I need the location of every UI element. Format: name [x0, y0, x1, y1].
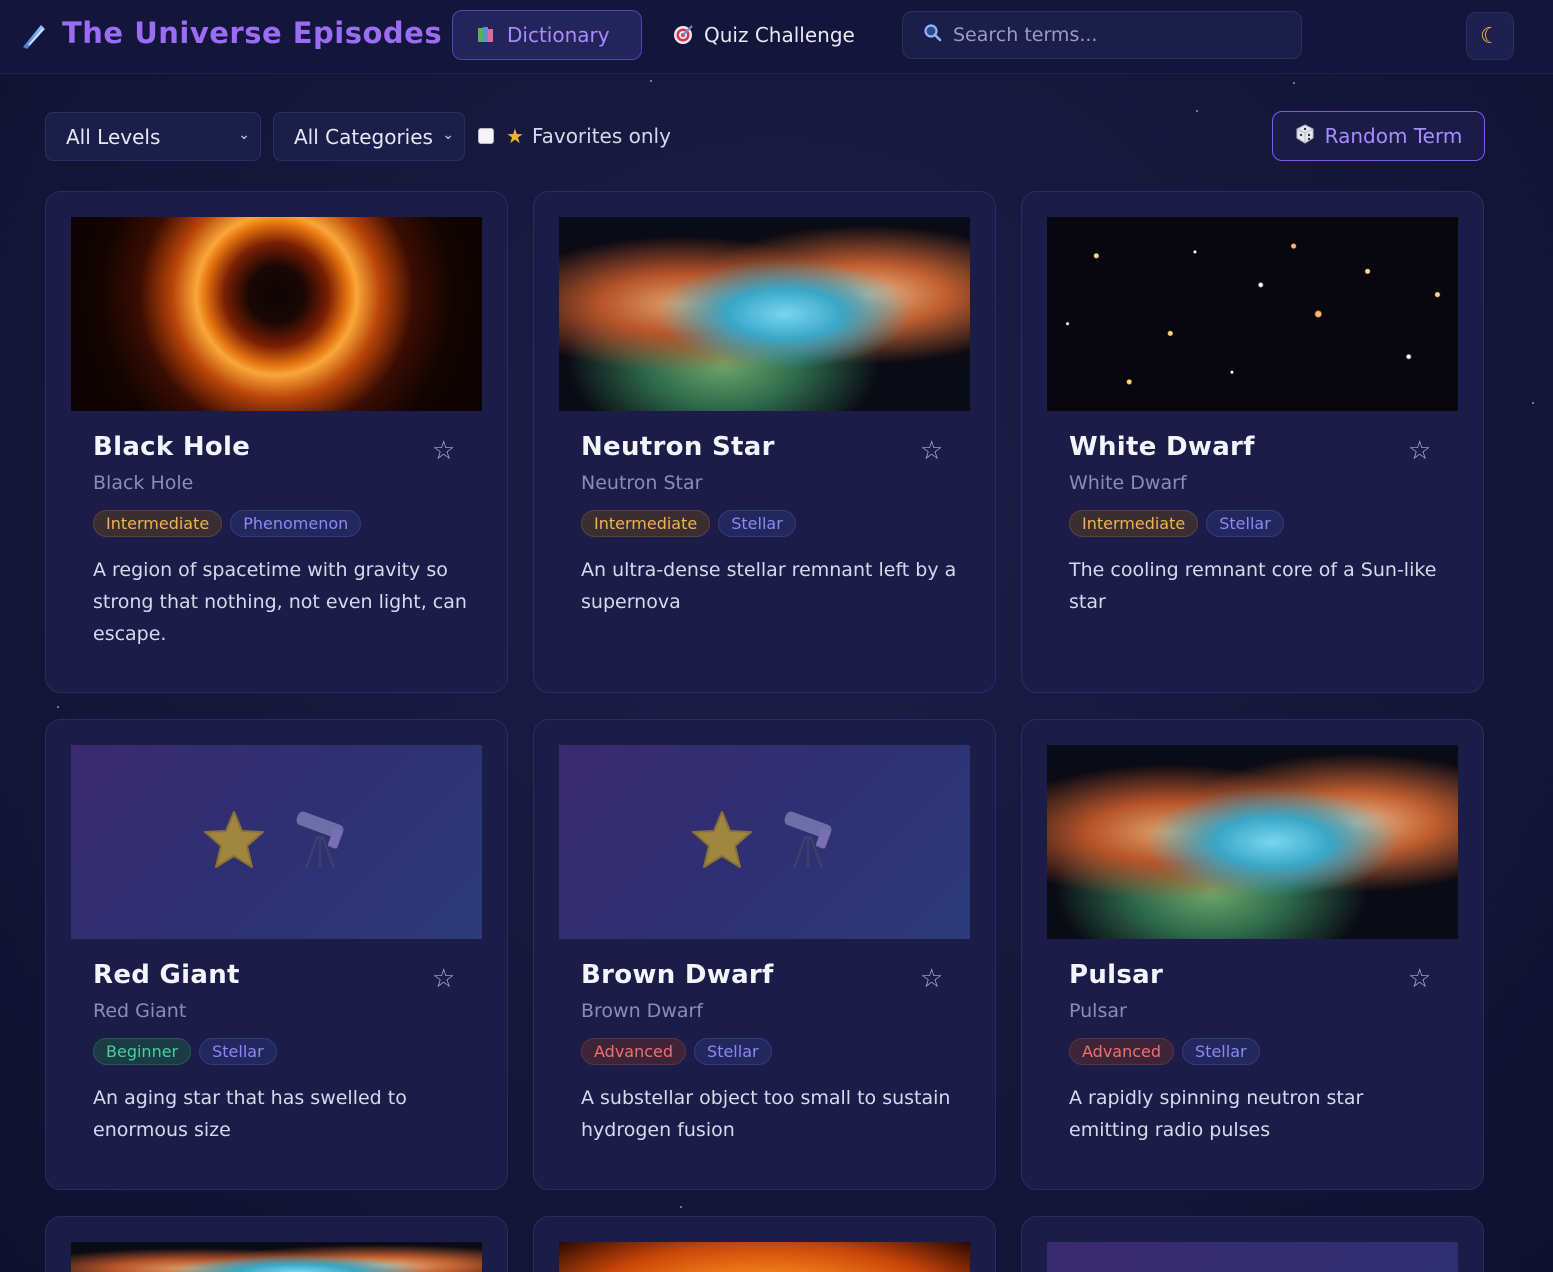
level-badge: Advanced [1069, 1038, 1175, 1065]
level-filter-value: All Levels [66, 124, 161, 149]
books-icon [475, 25, 497, 45]
category-badge: Stellar [694, 1038, 772, 1065]
card-image-placeholder [559, 745, 970, 939]
card-title: Red Giant [93, 960, 240, 990]
app-title[interactable]: The Universe Episodes [62, 16, 442, 50]
term-card[interactable] [533, 1216, 996, 1272]
favorite-star-icon[interactable]: ☆ [1408, 436, 1431, 466]
level-filter-select[interactable]: All Levels ⌄ [45, 112, 261, 161]
target-icon [672, 24, 694, 46]
favorites-only-checkbox[interactable] [478, 128, 494, 144]
card-image-placeholder [71, 745, 482, 939]
category-badge: Stellar [1206, 510, 1284, 537]
card-description: A region of spacetime with gravity so st… [93, 559, 467, 645]
card-title: Brown Dwarf [581, 960, 774, 990]
random-term-button[interactable]: Random Term [1272, 111, 1485, 161]
card-subtitle: White Dwarf [1069, 472, 1187, 494]
card-description: An ultra-dense stellar remnant left by a… [581, 559, 957, 613]
term-card[interactable]: Red Giant ☆ Red Giant Beginner Stellar A… [45, 719, 508, 1190]
level-badge: Intermediate [93, 510, 223, 537]
card-subtitle: Neutron Star [581, 472, 703, 494]
card-title: Neutron Star [581, 432, 775, 462]
level-badge: Advanced [581, 1038, 687, 1065]
favorite-star-icon[interactable]: ☆ [920, 964, 943, 994]
card-title: Black Hole [93, 432, 251, 462]
term-card[interactable]: White Dwarf ☆ White Dwarf Intermediate S… [1021, 191, 1484, 693]
moon-icon: ☾ [1480, 23, 1500, 49]
random-term-label: Random Term [1324, 124, 1463, 148]
search-icon [923, 23, 943, 47]
card-description: A rapidly spinning neutron star emitting… [1069, 1087, 1364, 1141]
favorite-star-icon[interactable]: ☆ [432, 964, 455, 994]
card-image [71, 1242, 482, 1272]
theme-toggle-button[interactable]: ☾ [1466, 12, 1514, 60]
card-image-placeholder [1047, 1242, 1458, 1272]
category-badge: Phenomenon [230, 510, 362, 537]
chevron-down-icon: ⌄ [442, 127, 454, 143]
card-description: An aging star that has swelled to enormo… [93, 1087, 407, 1141]
term-card[interactable]: Brown Dwarf ☆ Brown Dwarf Advanced Stell… [533, 719, 996, 1190]
term-card[interactable] [45, 1216, 508, 1272]
star-icon [202, 809, 266, 875]
search-bar[interactable] [902, 11, 1302, 59]
card-subtitle: Pulsar [1069, 1000, 1127, 1022]
card-image [559, 1242, 970, 1272]
level-badge: Intermediate [1069, 510, 1199, 537]
term-card[interactable]: Black Hole ☆ Black Hole Intermediate Phe… [45, 191, 508, 693]
comet-icon [18, 20, 50, 52]
card-image [1047, 217, 1458, 411]
favorites-only-label[interactable]: ★ Favorites only [506, 124, 671, 148]
telescope-icon [776, 808, 840, 876]
card-subtitle: Brown Dwarf [581, 1000, 703, 1022]
favorites-only-text: Favorites only [531, 124, 671, 148]
favorite-star-icon[interactable]: ☆ [920, 436, 943, 466]
card-description: A substellar object too small to sustain… [581, 1087, 951, 1141]
nav-quiz-label: Quiz Challenge [704, 23, 855, 47]
top-navbar: The Universe Episodes Dictionary Quiz Ch… [0, 0, 1553, 74]
nav-quiz-tab[interactable]: Quiz Challenge [650, 10, 880, 60]
card-title: White Dwarf [1069, 432, 1255, 462]
category-filter-value: All Categories [294, 124, 433, 149]
telescope-icon [288, 808, 352, 876]
term-card[interactable] [1021, 1216, 1484, 1272]
card-image [71, 217, 482, 411]
chevron-down-icon: ⌄ [238, 127, 250, 143]
card-subtitle: Red Giant [93, 1000, 187, 1022]
nav-dictionary-tab[interactable]: Dictionary [452, 10, 642, 60]
term-card[interactable]: Pulsar ☆ Pulsar Advanced Stellar A rapid… [1021, 719, 1484, 1190]
star-icon: ★ [506, 124, 524, 148]
level-badge: Beginner [93, 1038, 192, 1065]
card-image [559, 217, 970, 411]
card-title: Pulsar [1069, 960, 1164, 990]
term-card[interactable]: Neutron Star ☆ Neutron Star Intermediate… [533, 191, 996, 693]
category-badge: Stellar [199, 1038, 277, 1065]
card-subtitle: Black Hole [93, 472, 194, 494]
nav-dictionary-label: Dictionary [507, 23, 610, 47]
dice-icon [1295, 123, 1315, 149]
favorite-star-icon[interactable]: ☆ [1408, 964, 1431, 994]
favorite-star-icon[interactable]: ☆ [432, 436, 455, 466]
level-badge: Intermediate [581, 510, 711, 537]
star-icon [690, 809, 754, 875]
category-badge: Stellar [1182, 1038, 1260, 1065]
category-badge: Stellar [718, 510, 796, 537]
card-description: The cooling remnant core of a Sun-like s… [1069, 559, 1437, 613]
card-image [1047, 745, 1458, 939]
category-filter-select[interactable]: All Categories ⌄ [273, 112, 465, 161]
search-input[interactable] [953, 24, 1283, 46]
